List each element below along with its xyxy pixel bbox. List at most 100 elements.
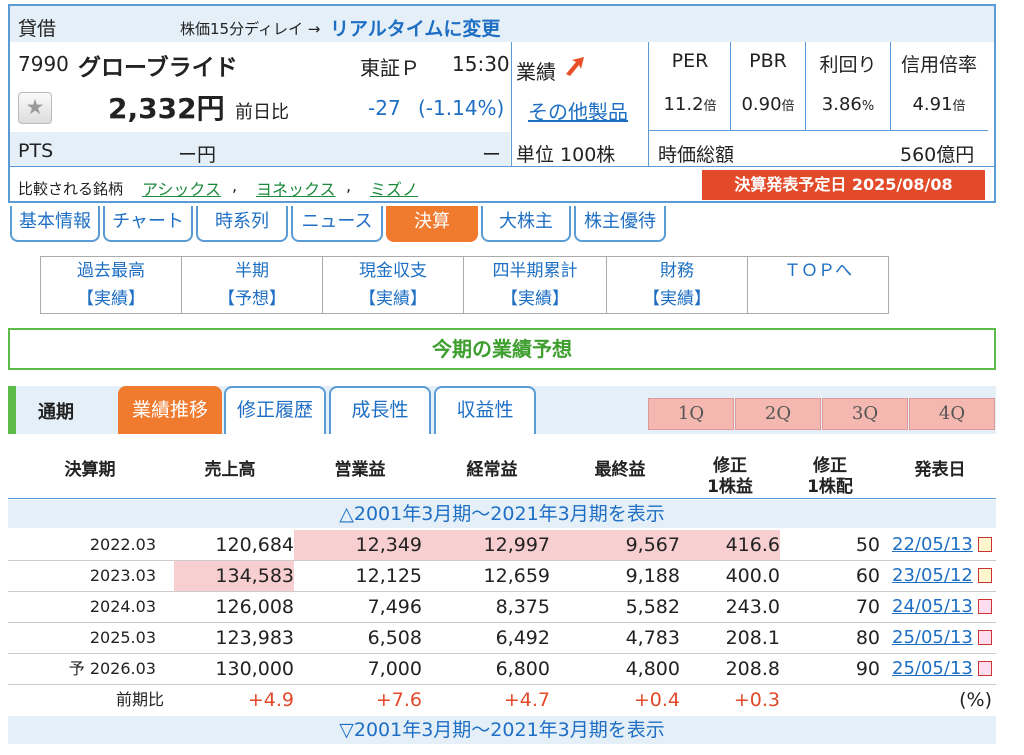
document-icon[interactable] — [978, 568, 992, 583]
yoy-unit: (%) — [959, 689, 992, 711]
pts-diff: ー — [482, 144, 502, 166]
yoy-op: +7.6 — [375, 689, 422, 711]
announce-date-link[interactable]: 25/05/13 — [892, 623, 973, 653]
col-header-period: 決算期 — [64, 460, 116, 480]
op-cell: 6,508 — [367, 627, 422, 649]
div-cell: 80 — [855, 627, 880, 649]
col-header-eps: 修正 1株益 — [707, 456, 753, 497]
tab-revision-history[interactable]: 修正履歴 — [224, 386, 326, 434]
document-icon[interactable] — [978, 537, 992, 552]
tab-shareholder-benefits[interactable]: 株主優待 — [574, 206, 666, 242]
price-change-pct: (-1.14%) — [418, 96, 505, 120]
period-label: 通期 — [38, 402, 74, 423]
col-header-date: 発表日 — [914, 460, 966, 480]
div-cell: 90 — [855, 658, 880, 680]
subnav-half[interactable]: 半期 【予想】 — [181, 256, 323, 314]
document-icon[interactable] — [978, 661, 992, 676]
sales-cell: 126,008 — [215, 596, 294, 618]
per-label: PER — [671, 50, 709, 72]
document-icon[interactable] — [978, 599, 992, 614]
divider — [648, 42, 649, 166]
gyoseki-label: 業績 — [516, 60, 556, 84]
compare-link[interactable]: ミズノ — [370, 176, 418, 200]
document-icon[interactable] — [978, 630, 992, 645]
show-older-link-bottom[interactable]: ▽2001年3月期～2021年3月期を表示 — [8, 716, 996, 744]
realtime-link[interactable]: リアルタイムに変更 — [330, 14, 500, 41]
favorite-star-icon[interactable]: ★ — [18, 92, 52, 124]
other-products-link[interactable]: その他製品 — [528, 96, 628, 125]
ord-cell: 8,375 — [495, 596, 550, 618]
quarter-tab-3q[interactable]: 3Q — [822, 398, 908, 430]
col-header-ordinary: 経常益 — [466, 460, 518, 480]
compare-link[interactable]: アシックス — [142, 176, 221, 200]
yoy-label: 前期比 — [115, 690, 164, 709]
subnav-top[interactable]: ＴＯＰへ — [747, 256, 889, 314]
announce-date-link[interactable]: 22/05/13 — [892, 530, 973, 560]
announce-date-link[interactable]: 23/05/12 — [892, 561, 973, 591]
divider — [511, 42, 512, 166]
per-value: 11.2倍 — [663, 94, 717, 115]
eps-cell: 243.0 — [725, 596, 780, 618]
divider — [10, 166, 994, 167]
tab-earnings[interactable]: 決算 — [386, 206, 478, 242]
show-older-link[interactable]: △2001年3月期～2021年3月期を表示 — [8, 500, 996, 528]
divider — [8, 498, 996, 499]
subnav-financial[interactable]: 財務 【実績】 — [606, 256, 748, 314]
prev-day-label: 前日比 — [235, 102, 289, 123]
unit-label: 単位 100株 — [516, 144, 616, 166]
ord-cell: 12,997 — [422, 530, 550, 560]
col-header-dividend: 修正 1株配 — [807, 456, 853, 497]
period-cell: 予 2026.03 — [68, 659, 156, 678]
quarter-tab-2q[interactable]: 2Q — [735, 398, 821, 430]
pts-value: ー円 — [178, 144, 217, 166]
period-cell: 2025.03 — [89, 628, 156, 647]
quarter-tab-4q[interactable]: 4Q — [909, 398, 995, 430]
header-top-bar — [10, 6, 994, 42]
pbr-value: 0.90倍 — [741, 94, 795, 115]
market-label: 東証Ｐ — [360, 56, 420, 80]
pts-row — [10, 132, 510, 166]
tab-major-shareholders[interactable]: 大株主 — [481, 206, 571, 242]
col-header-net: 最終益 — [594, 460, 646, 480]
tab-growth[interactable]: 成長性 — [329, 386, 431, 434]
quarter-tab-1q[interactable]: 1Q — [648, 398, 734, 430]
tab-performance[interactable]: 業績推移 — [118, 386, 222, 434]
sales-cell: 123,983 — [215, 627, 294, 649]
announce-date-link[interactable]: 25/05/13 — [892, 654, 973, 684]
margin-ratio-value: 4.91倍 — [912, 94, 966, 115]
sales-cell: 134,583 — [174, 561, 294, 591]
ord-cell: 6,800 — [495, 658, 550, 680]
period-cell: 2024.03 — [89, 597, 156, 616]
div-cell: 70 — [855, 596, 880, 618]
tab-profitability[interactable]: 収益性 — [434, 386, 536, 434]
tab-news[interactable]: ニュース — [291, 206, 383, 242]
yoy-ord: +4.7 — [503, 689, 550, 711]
tab-chart[interactable]: チャート — [103, 206, 193, 242]
market-cap-label: 時価総額 — [658, 144, 735, 166]
period-cell: 2022.03 — [89, 535, 156, 554]
tab-basic-info[interactable]: 基本情報 — [10, 206, 100, 242]
earnings-date-badge: 決算発表予定日 2025/08/08 — [702, 170, 985, 200]
net-cell: 9,567 — [550, 530, 680, 560]
subnav-record-high[interactable]: 過去最高 【実績】 — [40, 256, 182, 314]
yoy-net: +0.4 — [633, 689, 680, 711]
op-cell: 12,125 — [355, 565, 422, 587]
div-cell: 50 — [855, 534, 880, 556]
stock-code: 7990 — [18, 52, 69, 76]
op-cell: 7,496 — [367, 596, 422, 618]
announce-date-link[interactable]: 24/05/13 — [892, 592, 973, 622]
compare-link[interactable]: ヨネックス — [256, 176, 336, 200]
compare-label: 比較される銘柄 — [18, 180, 124, 198]
pbr-label: PBR — [749, 50, 787, 72]
subnav-quarterly[interactable]: 四半期累計 【実績】 — [463, 256, 607, 314]
tab-timeseries[interactable]: 時系列 — [196, 206, 288, 242]
section-title: 今期の業績予想 — [8, 328, 996, 370]
eps-cell: 400.0 — [725, 565, 780, 587]
op-cell: 7,000 — [367, 658, 422, 680]
pts-label: PTS — [18, 140, 54, 162]
div-cell: 60 — [855, 565, 880, 587]
sales-cell: 130,000 — [215, 658, 294, 680]
op-cell: 12,349 — [294, 530, 422, 560]
net-cell: 4,783 — [625, 627, 680, 649]
subnav-cashflow[interactable]: 現金収支 【実績】 — [322, 256, 464, 314]
